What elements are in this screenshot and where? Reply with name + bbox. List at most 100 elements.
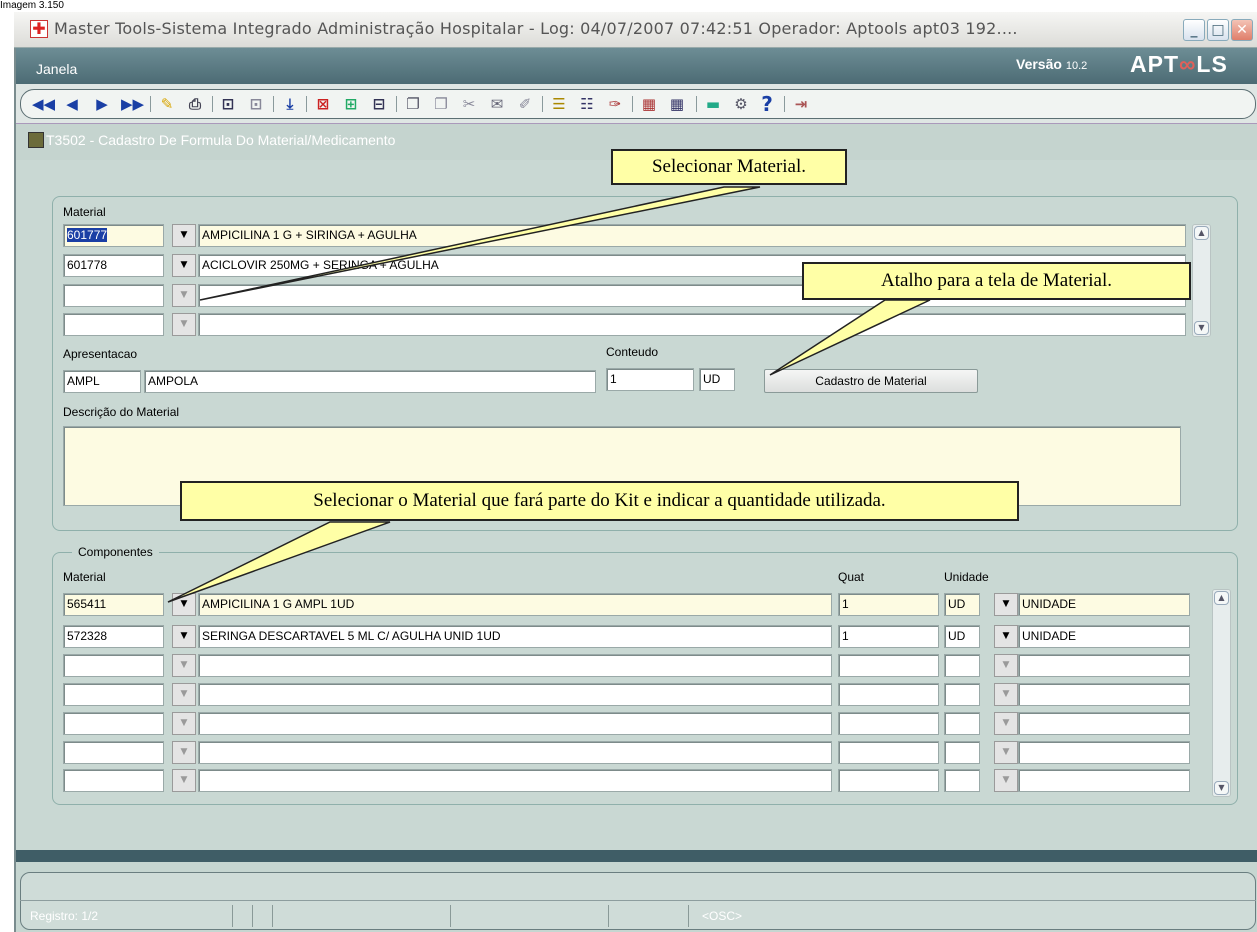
list-icon[interactable]: ☷ — [576, 93, 598, 115]
menu-janela[interactable]: Janela — [36, 60, 77, 78]
comp-unit-dropdown[interactable]: ▼ — [994, 712, 1018, 735]
comp-code-field[interactable] — [63, 769, 164, 792]
conteudo-field[interactable]: 1 — [606, 368, 694, 391]
comp-quat-field[interactable]: 1 — [838, 625, 939, 648]
comp-unit-desc-field[interactable] — [1018, 712, 1190, 735]
comp-code-field[interactable] — [63, 683, 164, 706]
scroll-down-icon[interactable]: ▼ — [1194, 321, 1209, 335]
comp-code-field[interactable] — [63, 654, 164, 677]
material-name-field[interactable]: AMPICILINA 1 G + SIRINGA + AGULHA — [198, 224, 1186, 247]
comp-unit-desc-field[interactable] — [1018, 769, 1190, 792]
comp-code-field[interactable]: 572328 — [63, 625, 164, 648]
material-code-field[interactable] — [63, 313, 164, 336]
comp-name-field[interactable] — [198, 683, 832, 706]
comp-code-field[interactable] — [63, 741, 164, 764]
comp-quat-field[interactable] — [838, 741, 939, 764]
comp-quat-field[interactable] — [838, 712, 939, 735]
attach-icon[interactable]: ✐ — [514, 93, 536, 115]
comp-unit-desc-field[interactable] — [1018, 683, 1190, 706]
paste-icon[interactable]: ❐ — [430, 93, 452, 115]
grid-icon[interactable]: ⊟ — [368, 93, 390, 115]
previous-record-icon[interactable]: ◀ — [64, 93, 80, 115]
image-icon[interactable]: ▬ — [702, 93, 724, 115]
help-context-icon[interactable]: ⚙ — [730, 93, 752, 115]
notes-icon[interactable]: ✉ — [486, 93, 508, 115]
comp-name-field[interactable] — [198, 712, 832, 735]
scroll-up-icon[interactable]: ▲ — [1214, 591, 1229, 605]
comp-material-dropdown[interactable]: ▼ — [172, 769, 196, 792]
apresentacao-desc-field[interactable]: AMPOLA — [144, 370, 596, 393]
comp-quat-field[interactable] — [838, 769, 939, 792]
comp-unit-dropdown[interactable]: ▼ — [994, 654, 1018, 677]
comp-unit-field[interactable] — [944, 654, 980, 677]
comp-name-field[interactable] — [198, 769, 832, 792]
comp-unit-dropdown[interactable]: ▼ — [994, 769, 1018, 792]
close-button[interactable]: ✕ — [1231, 19, 1253, 41]
comp-material-dropdown[interactable]: ▼ — [172, 625, 196, 648]
apresentacao-code-field[interactable]: AMPL — [63, 370, 141, 393]
query-disabled-icon[interactable]: ⊡ — [245, 93, 267, 115]
comp-material-dropdown[interactable]: ▼ — [172, 593, 196, 616]
comp-unit-desc-field[interactable]: UNIDADE — [1018, 625, 1190, 648]
material-dropdown[interactable]: ▼ — [172, 254, 196, 277]
comp-unit-dropdown[interactable]: ▼ — [994, 741, 1018, 764]
conteudo-unit-field[interactable]: UD — [699, 368, 735, 391]
comp-quat-field[interactable] — [838, 654, 939, 677]
comp-unit-dropdown[interactable]: ▼ — [994, 683, 1018, 706]
comp-unit-field[interactable] — [944, 683, 980, 706]
comp-unit-field[interactable] — [944, 712, 980, 735]
minimize-button[interactable]: _ — [1183, 19, 1205, 41]
material-dropdown[interactable]: ▼ — [172, 284, 196, 307]
material-dropdown[interactable]: ▼ — [172, 313, 196, 336]
comp-material-dropdown[interactable]: ▼ — [172, 683, 196, 706]
maximize-button[interactable]: □ — [1207, 19, 1229, 41]
comp-name-field[interactable] — [198, 654, 832, 677]
material-code-field[interactable]: 601778 — [63, 254, 164, 277]
comp-material-dropdown[interactable]: ▼ — [172, 654, 196, 677]
comp-unit-desc-field[interactable] — [1018, 741, 1190, 764]
comp-material-dropdown[interactable]: ▼ — [172, 741, 196, 764]
cadastro-material-button[interactable]: Cadastro de Material — [764, 369, 978, 393]
componentes-scrollbar[interactable]: ▲ ▼ — [1212, 589, 1231, 797]
table-icon[interactable]: ▦ — [666, 93, 688, 115]
comp-unit-dropdown[interactable]: ▼ — [994, 625, 1018, 648]
first-record-icon[interactable]: ◀◀ — [32, 93, 55, 115]
help-icon[interactable]: ? — [758, 93, 776, 115]
comp-code-field[interactable]: 565411 — [63, 593, 164, 616]
material-name-field[interactable] — [198, 313, 1186, 336]
cut-icon[interactable]: ✂ — [458, 93, 480, 115]
next-record-icon[interactable]: ▶ — [94, 93, 110, 115]
comp-unit-desc-field[interactable]: UNIDADE — [1018, 593, 1190, 616]
comp-name-field[interactable]: SERINGA DESCARTAVEL 5 ML C/ AGULHA UNID … — [198, 625, 832, 648]
tool-icon[interactable]: ✑ — [604, 93, 626, 115]
comp-quat-field[interactable] — [838, 683, 939, 706]
comp-unit-desc-field[interactable] — [1018, 654, 1190, 677]
material-scrollbar[interactable]: ▲ ▼ — [1192, 224, 1211, 337]
print-icon[interactable]: ⎙ — [184, 93, 206, 115]
calculator-icon[interactable]: ▦ — [638, 93, 660, 115]
comp-unit-field[interactable] — [944, 741, 980, 764]
query-icon[interactable]: ⊡ — [217, 93, 239, 115]
comp-quat-field[interactable]: 1 — [838, 593, 939, 616]
comp-unit-dropdown[interactable]: ▼ — [994, 593, 1018, 616]
comp-unit-field[interactable]: UD — [944, 593, 980, 616]
scroll-down-icon[interactable]: ▼ — [1214, 781, 1229, 795]
material-code-field[interactable]: 601777 — [63, 224, 164, 247]
insert-record-icon[interactable]: ⊞ — [340, 93, 362, 115]
material-code-field[interactable] — [63, 284, 164, 307]
scroll-up-icon[interactable]: ▲ — [1194, 226, 1209, 240]
copy-icon[interactable]: ❐ — [402, 93, 424, 115]
exit-icon[interactable]: ⇥ — [790, 93, 812, 115]
comp-material-dropdown[interactable]: ▼ — [172, 712, 196, 735]
comp-code-field[interactable] — [63, 712, 164, 735]
delete-record-icon[interactable]: ⊠ — [312, 93, 334, 115]
sort-icon[interactable]: ☰ — [548, 93, 570, 115]
last-record-icon[interactable]: ▶▶ — [121, 93, 144, 115]
comp-name-field[interactable]: AMPICILINA 1 G AMPL 1UD — [198, 593, 832, 616]
edit-pencil-icon[interactable]: ✎ — [156, 93, 178, 115]
comp-unit-field[interactable] — [944, 769, 980, 792]
comp-unit-field[interactable]: UD — [944, 625, 980, 648]
material-dropdown[interactable]: ▼ — [172, 224, 196, 247]
comp-name-field[interactable] — [198, 741, 832, 764]
download-icon[interactable]: ⤓ — [280, 93, 300, 115]
